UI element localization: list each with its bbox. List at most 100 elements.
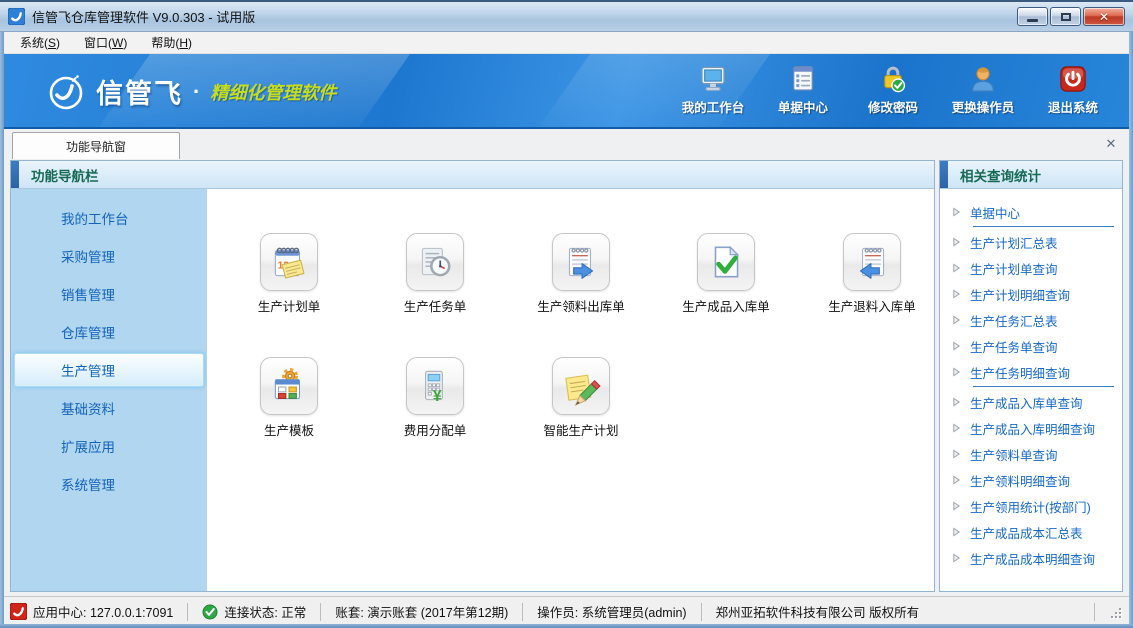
connection-ok-icon <box>202 604 218 620</box>
action-document-center[interactable]: 单据中心 <box>771 64 835 116</box>
nav-panel-title: 功能导航栏 <box>31 165 99 185</box>
triangle-bullet-icon <box>952 367 961 377</box>
status-operator-text: 操作员: 系统管理员(admin) <box>537 602 686 621</box>
triangle-bullet-icon <box>952 501 961 511</box>
query-link-plan-order[interactable]: 生产计划单查询 <box>940 255 1122 281</box>
query-link-finished-in-detail[interactable]: 生产成品入库明细查询 <box>940 415 1122 441</box>
sidebar-item-purchase[interactable]: 采购管理 <box>11 237 207 275</box>
tab-strip-close-icon[interactable]: ✕ <box>1103 136 1119 152</box>
query-link-usage-by-department[interactable]: 生产领用统计(按部门) <box>940 493 1122 519</box>
window-border-bottom <box>0 624 1133 628</box>
action-switch-operator[interactable]: 更换操作员 <box>951 64 1015 116</box>
sidebar-item-production[interactable]: 生产管理 <box>11 351 207 389</box>
menu-window-label-end: ) <box>123 36 127 50</box>
tab-label: 功能导航窗 <box>66 138 126 155</box>
menu-window-key: W <box>112 36 123 50</box>
sidebar-item-base-data[interactable]: 基础资料 <box>11 389 207 427</box>
triangle-bullet-icon <box>952 397 961 407</box>
tile-production-plan: 12 生产计划单 <box>224 233 354 315</box>
tile-label: 生产成品入库单 <box>682 296 770 315</box>
material-issue-out-arrow-icon <box>560 241 602 283</box>
finished-goods-in-button[interactable] <box>697 233 755 291</box>
action-label: 我的工作台 <box>682 97 745 116</box>
tile-production-task: 生产任务单 <box>370 233 500 315</box>
triangle-bullet-icon <box>952 423 961 433</box>
query-panel-header: 相关查询统计 <box>940 161 1122 189</box>
action-label: 单据中心 <box>778 97 828 116</box>
tile-finished-goods-in: 生产成品入库单 <box>661 233 791 315</box>
query-link-issue-detail[interactable]: 生产领料明细查询 <box>940 467 1122 493</box>
triangle-bullet-icon <box>952 263 961 273</box>
status-connection: 连接状态: 正常 <box>202 602 306 621</box>
query-link-task-detail[interactable]: 生产任务明细查询 <box>940 359 1122 385</box>
menu-system-label: 系统( <box>20 36 48 50</box>
query-link-plan-detail[interactable]: 生产计划明细查询 <box>940 281 1122 307</box>
query-link-task-summary[interactable]: 生产任务汇总表 <box>940 307 1122 333</box>
action-my-workbench[interactable]: 我的工作台 <box>681 64 745 116</box>
tile-material-return-in: 生产退料入库单 <box>807 233 937 315</box>
tab-function-navigator[interactable]: 功能导航窗 <box>12 132 180 159</box>
sidebar-item-extensions[interactable]: 扩展应用 <box>11 427 207 465</box>
status-separator <box>522 603 523 621</box>
query-link-document-center[interactable]: 单据中心 <box>940 199 1122 225</box>
expense-allocation-button[interactable]: ¥ <box>406 357 464 415</box>
sidebar-item-system[interactable]: 系统管理 <box>11 465 207 503</box>
window-title: 信管飞仓库管理软件 V9.0.303 - 试用版 <box>32 7 255 26</box>
query-link-cost-detail[interactable]: 生产成品成本明细查询 <box>940 545 1122 571</box>
query-group-separator <box>973 386 1114 387</box>
window-border-left <box>0 32 4 628</box>
banner-actions: 我的工作台 单据中心 修改密码 <box>681 64 1105 116</box>
close-button[interactable]: ✕ <box>1083 7 1125 26</box>
smart-production-plan-button[interactable] <box>552 357 610 415</box>
menu-window-label: 窗口( <box>84 36 112 50</box>
production-task-button[interactable] <box>406 233 464 291</box>
resize-grip[interactable] <box>1109 606 1121 618</box>
minimize-button[interactable] <box>1017 7 1048 26</box>
sidebar-item-label: 我的工作台 <box>61 208 129 228</box>
query-link-task-order[interactable]: 生产任务单查询 <box>940 333 1122 359</box>
query-link-label: 生产成品入库明细查询 <box>970 419 1095 438</box>
production-task-clock-icon <box>414 241 456 283</box>
menu-help-key: H <box>179 36 188 50</box>
query-link-issue-order[interactable]: 生产领料单查询 <box>940 441 1122 467</box>
brand-tagline: 精细化管理软件 <box>210 79 336 105</box>
restore-button[interactable] <box>1050 7 1081 26</box>
tile-label: 生产模板 <box>264 420 314 439</box>
restore-icon <box>1061 13 1071 21</box>
tile-grid: 12 生产计划单 <box>207 189 934 591</box>
production-plan-button[interactable]: 12 <box>260 233 318 291</box>
tile-material-issue-out: 生产领料出库单 <box>516 233 646 315</box>
query-link-plan-summary[interactable]: 生产计划汇总表 <box>940 229 1122 255</box>
query-list: 单据中心 生产计划汇总表 生产计划单查询 生产计划明细查询 生产任务汇总表 生产… <box>940 189 1122 571</box>
menu-help[interactable]: 帮助(H) <box>139 31 204 54</box>
tile-label: 生产领料出库单 <box>537 296 625 315</box>
menu-system[interactable]: 系统(S) <box>8 31 72 54</box>
query-link-cost-summary[interactable]: 生产成品成本汇总表 <box>940 519 1122 545</box>
document-center-icon <box>788 64 818 94</box>
material-issue-out-button[interactable] <box>552 233 610 291</box>
menu-window[interactable]: 窗口(W) <box>72 31 139 54</box>
query-link-finished-in-order[interactable]: 生产成品入库单查询 <box>940 389 1122 415</box>
sidebar-item-my-workbench[interactable]: 我的工作台 <box>11 199 207 237</box>
action-exit-system[interactable]: 退出系统 <box>1041 64 1105 116</box>
window-border-right <box>1129 32 1133 628</box>
production-template-button[interactable] <box>260 357 318 415</box>
action-label: 更换操作员 <box>952 97 1015 116</box>
material-return-in-button[interactable] <box>843 233 901 291</box>
query-link-label: 生产成品成本明细查询 <box>970 549 1095 568</box>
sidebar-item-warehouse[interactable]: 仓库管理 <box>11 313 207 351</box>
sidebar-item-sales[interactable]: 销售管理 <box>11 275 207 313</box>
action-change-password[interactable]: 修改密码 <box>861 64 925 116</box>
query-link-label: 生产计划单查询 <box>970 259 1058 278</box>
triangle-bullet-icon <box>952 553 961 563</box>
tile-production-template: 生产模板 <box>224 357 354 439</box>
material-return-in-arrow-icon <box>851 241 893 283</box>
tile-label: 费用分配单 <box>404 420 467 439</box>
smart-plan-pencil-icon <box>560 365 602 407</box>
title-bar[interactable]: 信管飞仓库管理软件 V9.0.303 - 试用版 ✕ <box>0 2 1133 32</box>
triangle-bullet-icon <box>952 449 961 459</box>
tile-smart-production-plan: 智能生产计划 <box>516 357 646 439</box>
sidebar-item-label: 基础资料 <box>61 398 115 418</box>
brand-banner: 信管飞 · 精细化管理软件 我的工作台 <box>2 54 1131 129</box>
svg-text:¥: ¥ <box>433 388 442 405</box>
